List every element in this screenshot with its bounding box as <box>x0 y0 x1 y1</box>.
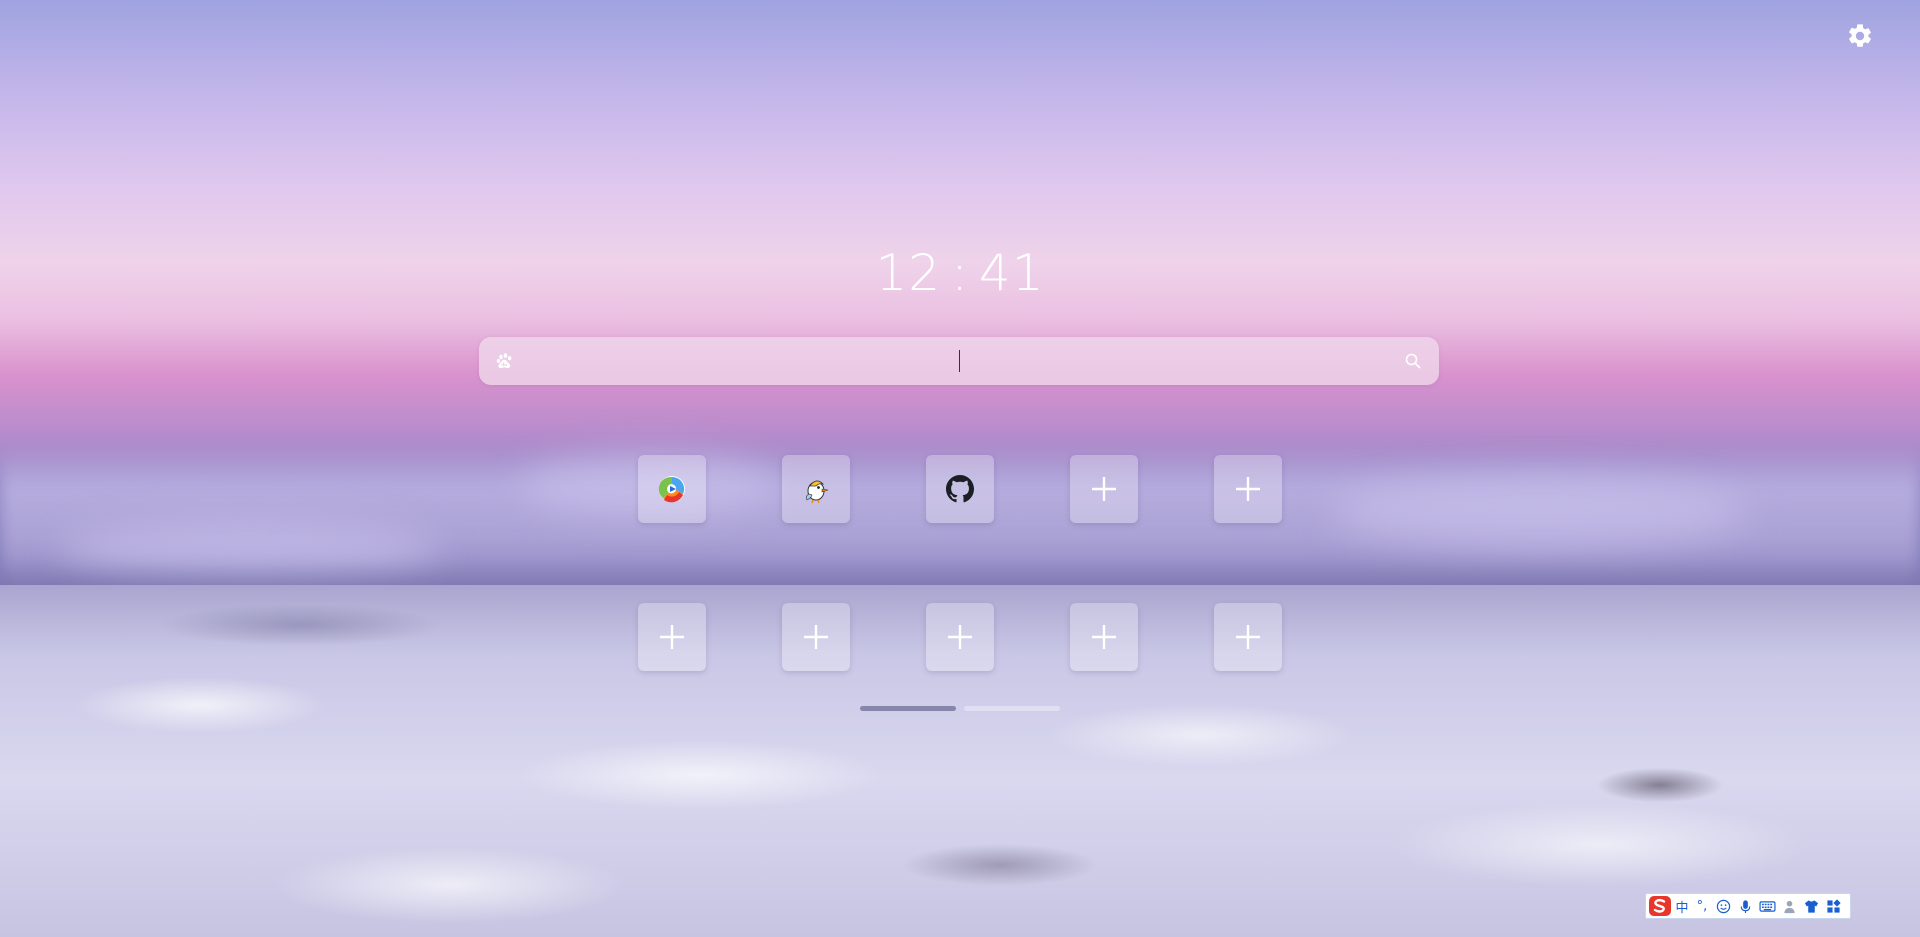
cloud-puff <box>1330 478 1750 548</box>
add-icon <box>660 625 684 649</box>
search-input[interactable] <box>529 337 1383 387</box>
gear-icon <box>1849 24 1871 47</box>
shortcut-add-5[interactable] <box>926 603 994 671</box>
ime-punctuation-toggle[interactable]: °, <box>1692 895 1712 917</box>
grid-icon[interactable] <box>1822 895 1844 917</box>
ime-toolbar[interactable]: 中 °, <box>1645 893 1851 919</box>
search-icon[interactable] <box>1403 351 1423 371</box>
add-icon <box>1092 477 1116 501</box>
tencent-video-icon <box>658 476 685 503</box>
clock-minutes: 41 <box>978 244 1045 302</box>
sogou-logo-icon[interactable] <box>1648 895 1672 917</box>
shortcut-add-1[interactable] <box>1070 455 1138 523</box>
new-tab-page: 12:41 du 中 °, <box>0 0 1920 937</box>
clock-separator: : <box>951 244 969 302</box>
clock-hours: 12 <box>875 244 942 302</box>
add-icon <box>1236 477 1260 501</box>
shortcut-add-4[interactable] <box>782 603 850 671</box>
shortcut-bird-mascot[interactable] <box>782 455 850 523</box>
bird-mascot-icon <box>806 480 829 504</box>
settings-button[interactable] <box>1846 22 1874 50</box>
shortcut-github[interactable] <box>926 455 994 523</box>
microphone-icon[interactable] <box>1734 895 1756 917</box>
add-icon <box>1092 625 1116 649</box>
text-caret <box>959 350 960 372</box>
person-icon[interactable] <box>1778 895 1800 917</box>
keyboard-icon[interactable] <box>1756 895 1778 917</box>
add-icon <box>1236 625 1260 649</box>
pager-page-2[interactable] <box>964 706 1060 711</box>
shortcut-tencent-video[interactable] <box>638 455 706 523</box>
shortcut-add-2[interactable] <box>1214 455 1282 523</box>
clock: 12:41 <box>0 243 1920 303</box>
shortcut-add-3[interactable] <box>638 603 706 671</box>
add-icon <box>948 625 972 649</box>
svg-text:du: du <box>501 362 507 368</box>
search-bar[interactable]: du <box>479 337 1439 387</box>
emoji-icon[interactable] <box>1712 895 1734 917</box>
shortcut-add-7[interactable] <box>1214 603 1282 671</box>
shortcut-add-6[interactable] <box>1070 603 1138 671</box>
pager-page-1[interactable] <box>860 706 956 711</box>
tshirt-icon[interactable] <box>1800 895 1822 917</box>
github-icon <box>946 475 974 503</box>
ime-mode-toggle[interactable]: 中 <box>1672 895 1692 917</box>
add-icon <box>804 625 828 649</box>
baidu-paw-icon[interactable]: du <box>495 351 515 371</box>
